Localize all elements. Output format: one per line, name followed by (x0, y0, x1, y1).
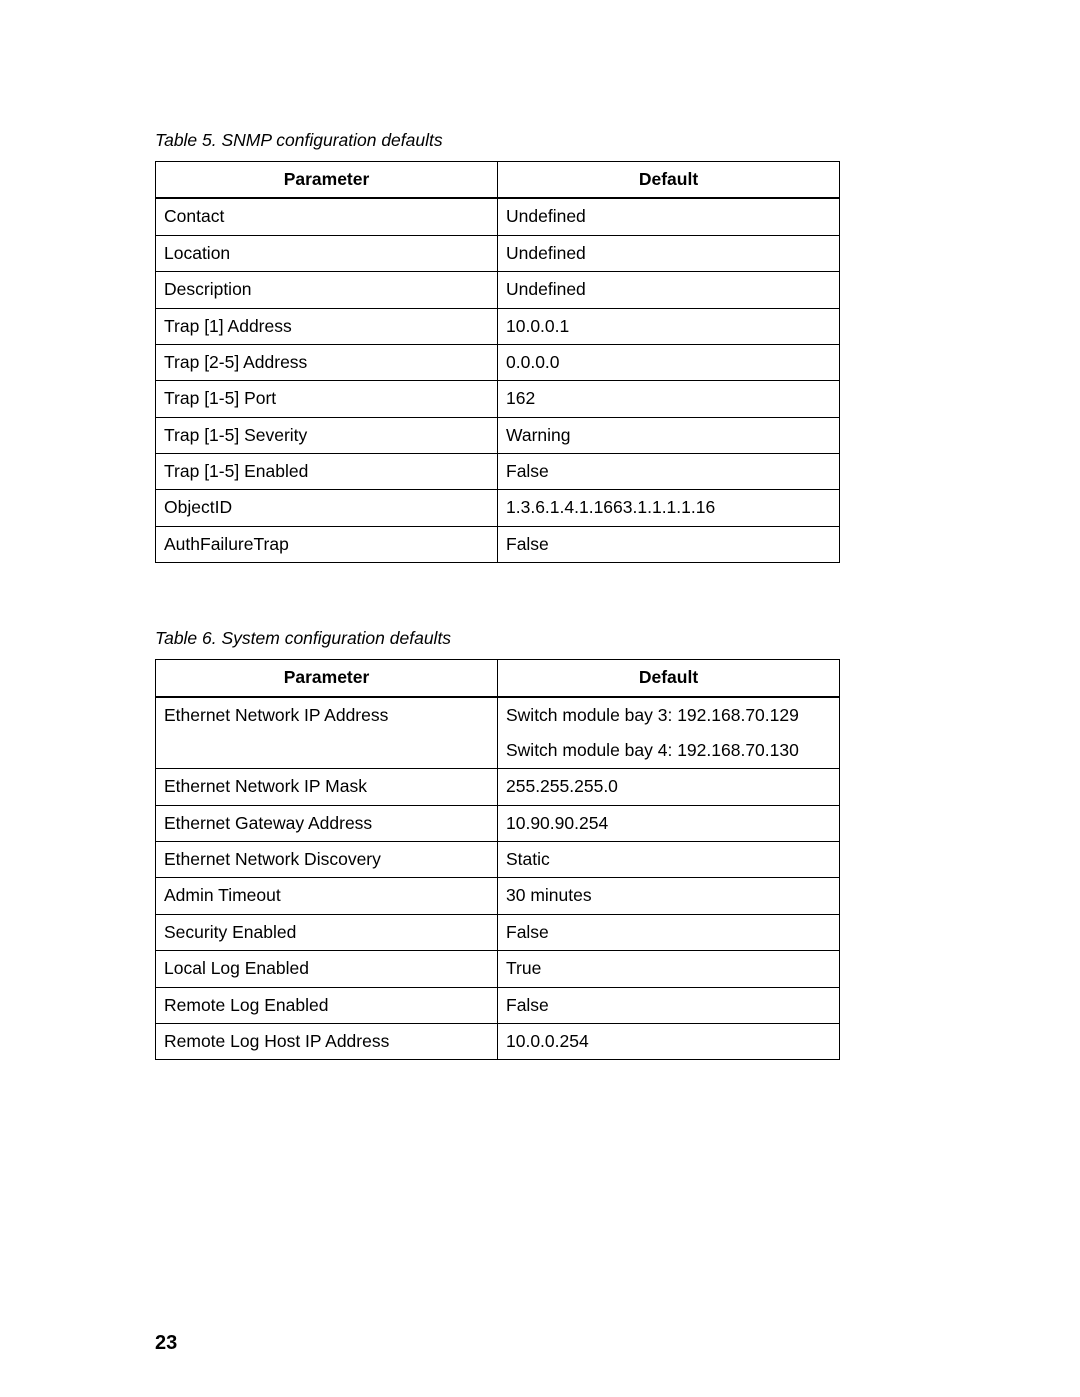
table-row: ContactUndefined (156, 198, 840, 235)
table-5-caption: Table 5. SNMP configuration defaults (155, 130, 925, 151)
cell-parameter: Trap [1-5] Severity (156, 417, 498, 453)
cell-default: True (498, 951, 840, 987)
cell-default: 255.255.255.0 (498, 769, 840, 805)
cell-parameter: Trap [1-5] Enabled (156, 454, 498, 490)
cell-parameter-empty (156, 733, 498, 769)
cell-parameter: Trap [2-5] Address (156, 344, 498, 380)
table-5: Parameter Default ContactUndefined Locat… (155, 161, 840, 563)
table-row: Remote Log Host IP Address10.0.0.254 (156, 1023, 840, 1059)
cell-parameter: Ethernet Gateway Address (156, 805, 498, 841)
table-row: Ethernet Network IP Address Switch modul… (156, 697, 840, 733)
cell-default: 30 minutes (498, 878, 840, 914)
cell-parameter: Location (156, 235, 498, 271)
cell-parameter: Ethernet Network IP Mask (156, 769, 498, 805)
table-row: Ethernet Gateway Address10.90.90.254 (156, 805, 840, 841)
table-6-caption: Table 6. System configuration defaults (155, 628, 925, 649)
cell-default: False (498, 914, 840, 950)
cell-default: 10.0.0.1 (498, 308, 840, 344)
cell-default: Warning (498, 417, 840, 453)
table-row: Admin Timeout30 minutes (156, 878, 840, 914)
cell-default: 0.0.0.0 (498, 344, 840, 380)
cell-default: Undefined (498, 272, 840, 308)
table-5-header-parameter: Parameter (156, 162, 498, 199)
table-row: Trap [1-5] Port162 (156, 381, 840, 417)
cell-default: Static (498, 842, 840, 878)
cell-default: 1.3.6.1.4.1.1663.1.1.1.1.16 (498, 490, 840, 526)
table-row: AuthFailureTrapFalse (156, 526, 840, 562)
cell-default: False (498, 526, 840, 562)
table-row: Remote Log EnabledFalse (156, 987, 840, 1023)
cell-parameter: Ethernet Network IP Address (156, 697, 498, 733)
table-5-header-default: Default (498, 162, 840, 199)
table-row: DescriptionUndefined (156, 272, 840, 308)
cell-default: Undefined (498, 198, 840, 235)
page: Table 5. SNMP configuration defaults Par… (0, 0, 1080, 1397)
cell-parameter: Contact (156, 198, 498, 235)
table-row: Switch module bay 4: 192.168.70.130 (156, 733, 840, 769)
cell-default: 162 (498, 381, 840, 417)
cell-parameter: ObjectID (156, 490, 498, 526)
cell-default-extra: Switch module bay 4: 192.168.70.130 (498, 733, 840, 769)
cell-parameter: Ethernet Network Discovery (156, 842, 498, 878)
table-row: LocationUndefined (156, 235, 840, 271)
cell-parameter: Description (156, 272, 498, 308)
table-row: Trap [2-5] Address0.0.0.0 (156, 344, 840, 380)
table-6-header-default: Default (498, 660, 840, 697)
cell-parameter: Trap [1-5] Port (156, 381, 498, 417)
table-row: Trap [1] Address10.0.0.1 (156, 308, 840, 344)
cell-parameter: Remote Log Enabled (156, 987, 498, 1023)
cell-parameter: Local Log Enabled (156, 951, 498, 987)
cell-parameter: AuthFailureTrap (156, 526, 498, 562)
cell-default: Undefined (498, 235, 840, 271)
table-6-header-parameter: Parameter (156, 660, 498, 697)
cell-default: 10.90.90.254 (498, 805, 840, 841)
cell-parameter: Security Enabled (156, 914, 498, 950)
cell-parameter: Admin Timeout (156, 878, 498, 914)
table-row: Trap [1-5] EnabledFalse (156, 454, 840, 490)
table-row: ObjectID1.3.6.1.4.1.1663.1.1.1.1.16 (156, 490, 840, 526)
cell-parameter: Remote Log Host IP Address (156, 1023, 498, 1059)
table-5-header-row: Parameter Default (156, 162, 840, 199)
cell-parameter: Trap [1] Address (156, 308, 498, 344)
cell-default: False (498, 987, 840, 1023)
table-5-block: Table 5. SNMP configuration defaults Par… (155, 130, 925, 563)
table-6: Parameter Default Ethernet Network IP Ad… (155, 659, 840, 1060)
table-row: Ethernet Network IP Mask255.255.255.0 (156, 769, 840, 805)
table-row: Trap [1-5] SeverityWarning (156, 417, 840, 453)
cell-default: 10.0.0.254 (498, 1023, 840, 1059)
table-row: Security EnabledFalse (156, 914, 840, 950)
page-number: 23 (155, 1332, 177, 1355)
table-row: Ethernet Network DiscoveryStatic (156, 842, 840, 878)
table-6-block: Table 6. System configuration defaults P… (155, 628, 925, 1060)
cell-default: Switch module bay 3: 192.168.70.129 (498, 697, 840, 733)
table-row: Local Log EnabledTrue (156, 951, 840, 987)
cell-default: False (498, 454, 840, 490)
table-6-header-row: Parameter Default (156, 660, 840, 697)
